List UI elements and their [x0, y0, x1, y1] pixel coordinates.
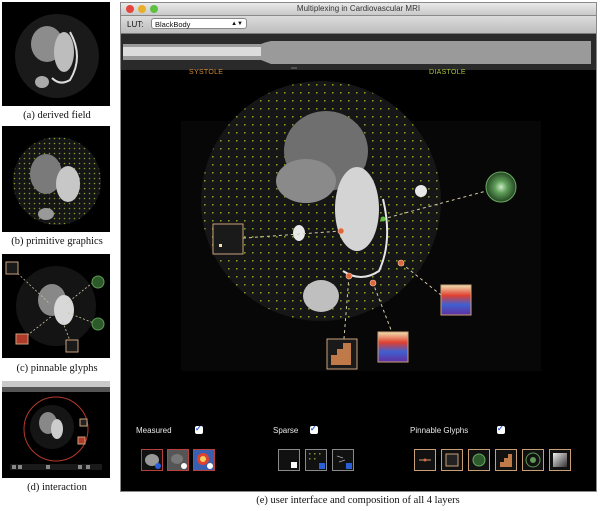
- heatmap-icon: [194, 450, 214, 470]
- lut-select[interactable]: BlackBody ▲▼: [151, 18, 247, 29]
- glyph-box-button[interactable]: [441, 449, 463, 471]
- pinnable-glyphs-label: Pinnable Glyphs: [410, 426, 469, 435]
- app-window: Multiplexing in Cardiovascular MRI LUT: …: [120, 2, 597, 492]
- thumbnail-interaction: [2, 381, 110, 478]
- systole-label: SYSTOLE: [189, 69, 224, 76]
- measured-label: Measured: [136, 426, 172, 435]
- sparse-square-button[interactable]: [278, 449, 300, 471]
- radar-glyph-icon: [525, 452, 541, 468]
- glyph-gradient-button[interactable]: [549, 449, 571, 471]
- caption-d: (d) interaction: [27, 482, 87, 493]
- window-title: Multiplexing in Cardiovascular MRI: [296, 4, 421, 13]
- thumbnail-pinnable-glyphs: [2, 254, 110, 358]
- line-glyph-icon: [419, 458, 431, 462]
- staircase-glyph-icon: [500, 454, 512, 467]
- glyph-staircase-button[interactable]: [495, 449, 517, 471]
- chevron-updown-icon: ▲▼: [231, 21, 243, 27]
- sparse-dots-button[interactable]: [305, 449, 327, 471]
- cardiac-timeline[interactable]: [121, 34, 596, 70]
- thumbnail-derived-field: [2, 2, 110, 106]
- mri-visualization[interactable]: [121, 81, 596, 411]
- measured-phase-button[interactable]: [167, 449, 189, 471]
- ring-glyph-icon: [472, 453, 486, 467]
- pinnable-glyphs-checkbox[interactable]: [497, 424, 505, 434]
- caption-b: (b) primitive graphics: [11, 236, 103, 247]
- caption-e: (e) user interface and composition of al…: [256, 495, 460, 506]
- glyph-ring-button[interactable]: [468, 449, 490, 471]
- caption-a: (a) derived field: [23, 110, 91, 121]
- measured-magnitude-button[interactable]: [141, 449, 163, 471]
- phase-icon: [168, 450, 188, 470]
- gradient-glyph-icon: [553, 453, 567, 467]
- caption-c: (c) pinnable glyphs: [16, 363, 98, 374]
- glyph-line-button[interactable]: [414, 449, 436, 471]
- measured-heatmap-button[interactable]: [193, 449, 215, 471]
- sparse-checkbox[interactable]: [310, 424, 318, 434]
- arrows-icon: [336, 455, 352, 469]
- thumbnail-primitive-graphics: [2, 126, 110, 232]
- diastole-label: DIASTOLE: [429, 69, 466, 76]
- magnitude-icon: [145, 454, 161, 469]
- measured-checkbox[interactable]: [195, 424, 203, 434]
- sparse-arrows-button[interactable]: [332, 449, 354, 471]
- toolbar: LUT: BlackBody ▲▼: [121, 16, 596, 34]
- title-bar: Multiplexing in Cardiovascular MRI: [121, 3, 596, 16]
- glyph-radar-button[interactable]: [522, 449, 544, 471]
- square-icon: [291, 462, 297, 468]
- box-glyph-icon: [445, 453, 459, 467]
- lut-select-value: BlackBody: [155, 20, 191, 29]
- lut-label: LUT:: [127, 20, 144, 29]
- dots-icon: [309, 453, 325, 469]
- sparse-label: Sparse: [273, 426, 299, 435]
